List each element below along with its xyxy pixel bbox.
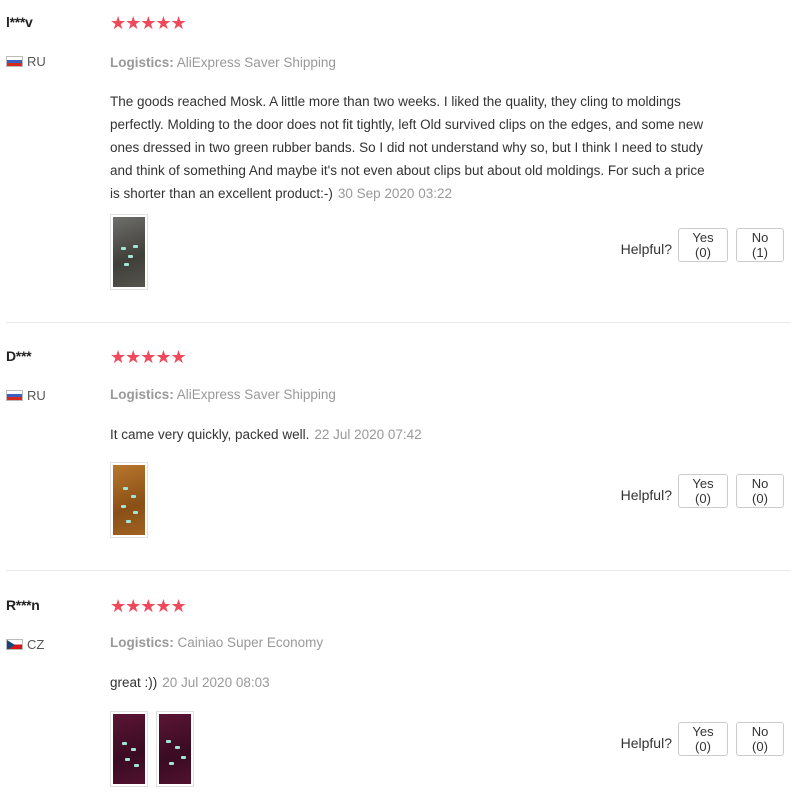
review-photo[interactable] <box>110 214 148 290</box>
review-photo[interactable] <box>110 462 148 538</box>
review-date: 20 Jul 2020 08:03 <box>162 675 270 690</box>
helpful-label: Helpful? <box>620 241 672 257</box>
helpful-yes-button[interactable]: Yes (0) <box>678 474 728 508</box>
logistics-label: Logistics: <box>110 387 174 402</box>
review-text-block: great :)) 20 Jul 2020 08:03 <box>110 671 710 694</box>
reviewer-name: l***v <box>6 14 33 30</box>
logistics-label: Logistics: <box>110 635 174 650</box>
russia-flag-icon <box>6 390 23 401</box>
helpful-label: Helpful? <box>620 487 672 503</box>
country-code: RU <box>27 54 46 69</box>
logistics-method: AliExpress Saver Shipping <box>176 387 336 402</box>
review-text: It came very quickly, packed well. <box>110 427 310 442</box>
reviewer-name: D*** <box>6 348 32 364</box>
review-date: 22 Jul 2020 07:42 <box>314 427 422 442</box>
logistics-method: Cainiao Super Economy <box>177 635 324 650</box>
review-text-block: It came very quickly, packed well. 22 Jul… <box>110 423 710 446</box>
star-rating: ★★★★★ <box>110 13 187 33</box>
review-photo[interactable] <box>156 711 194 787</box>
review-text: great :)) <box>110 675 158 690</box>
review-text-block: The goods reached Mosk. A little more th… <box>110 90 710 205</box>
star-rating: ★★★★★ <box>110 347 187 367</box>
helpful-yes-button[interactable]: Yes (0) <box>678 228 728 262</box>
reviewer-country: RU <box>6 388 46 403</box>
logistics-info: Logistics: Cainiao Super Economy <box>110 635 323 650</box>
review-divider <box>6 322 790 323</box>
review-text: The goods reached Mosk. A little more th… <box>110 94 705 201</box>
reviewer-country: RU <box>6 54 46 69</box>
reviewer-country: CZ <box>6 637 44 652</box>
logistics-label: Logistics: <box>110 55 174 70</box>
helpful-no-button[interactable]: No (0) <box>736 474 784 508</box>
star-rating: ★★★★★ <box>110 596 187 616</box>
country-code: CZ <box>27 637 45 652</box>
review-photo[interactable] <box>110 711 148 787</box>
review-date: 30 Sep 2020 03:22 <box>337 186 452 201</box>
logistics-info: Logistics: AliExpress Saver Shipping <box>110 55 336 70</box>
country-code: RU <box>27 388 46 403</box>
russia-flag-icon <box>6 56 23 67</box>
czech-flag-icon <box>6 639 23 650</box>
logistics-method: AliExpress Saver Shipping <box>176 55 336 70</box>
reviewer-name: R***n <box>6 597 40 613</box>
helpful-no-button[interactable]: No (0) <box>736 722 784 756</box>
helpful-label: Helpful? <box>620 735 672 751</box>
helpful-yes-button[interactable]: Yes (0) <box>678 722 728 756</box>
logistics-info: Logistics: AliExpress Saver Shipping <box>110 387 336 402</box>
helpful-no-button[interactable]: No (1) <box>736 228 784 262</box>
review-divider <box>6 570 790 571</box>
